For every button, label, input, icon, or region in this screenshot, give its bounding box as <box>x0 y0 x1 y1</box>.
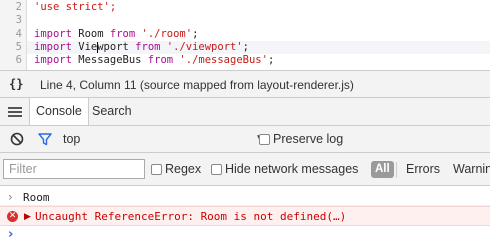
console-error-message[interactable]: ✕ ▶ Uncaught ReferenceError: Room is not… <box>0 206 490 226</box>
hide-network-label[interactable]: Hide network messages <box>225 162 358 176</box>
code-editor[interactable]: 2 'use strict'; 3 4 import Room from './room… <box>0 0 490 70</box>
filter-bar: Regex Hide network messages All Errors W… <box>0 153 490 186</box>
drawer-tabs: Console Search <box>0 98 490 126</box>
regex-checkbox[interactable] <box>151 164 162 175</box>
line-number: 5 <box>15 41 22 53</box>
tab-search[interactable]: Search <box>86 98 138 125</box>
error-icon: ✕ <box>7 211 18 222</box>
level-warnings-button[interactable]: Warnings <box>453 162 490 176</box>
line-number: 6 <box>15 54 22 66</box>
regex-label[interactable]: Regex <box>165 162 201 176</box>
editor-status-bar: {} Line 4, Column 11 (source mapped from… <box>0 70 490 98</box>
code-line[interactable]: 5 import Viewport from './viewport'; <box>0 41 490 54</box>
console-toolbar: top ▼ Preserve log <box>0 126 490 153</box>
clear-console-icon[interactable] <box>10 132 24 146</box>
level-all-button[interactable]: All <box>371 161 394 178</box>
error-message-text: Uncaught ReferenceError: Room is not def… <box>35 210 347 223</box>
filter-input[interactable] <box>3 159 145 179</box>
context-selector[interactable]: top <box>63 132 80 146</box>
tab-console[interactable]: Console <box>29 98 89 125</box>
code-text: import Viewport from './viewport'; <box>34 41 249 53</box>
code-line[interactable]: 2 'use strict'; <box>0 1 490 14</box>
code-line[interactable]: 4 import Room from './room'; <box>0 28 490 41</box>
cursor-position-text: Line 4, Column 11 (source mapped from la… <box>40 78 354 92</box>
hide-network-checkbox[interactable] <box>211 164 222 175</box>
code-line[interactable]: 3 <box>0 14 490 27</box>
drawer-menu-icon[interactable] <box>8 106 22 118</box>
filter-icon[interactable] <box>38 132 52 146</box>
preserve-log-checkbox[interactable] <box>259 134 270 145</box>
preserve-log-label[interactable]: Preserve log <box>273 132 343 146</box>
console-log-message: › Room <box>0 189 490 206</box>
level-errors-button[interactable]: Errors <box>406 162 440 176</box>
log-message-text: Room <box>23 191 50 204</box>
code-text: 'use strict'; <box>34 1 117 13</box>
divider <box>396 162 397 178</box>
code-line[interactable]: 6 import MessageBus from './messageBus'; <box>0 54 490 67</box>
prompt-chevron-icon: › <box>8 227 14 242</box>
code-text: import Room from './room'; <box>34 28 199 40</box>
expand-triangle-icon[interactable]: ▶ <box>24 211 31 222</box>
code-text: import MessageBus from './messageBus'; <box>34 54 275 66</box>
line-number: 2 <box>15 1 22 13</box>
output-chevron-icon: › <box>8 190 13 204</box>
line-number: 3 <box>15 14 22 26</box>
line-number: 4 <box>15 28 22 40</box>
console-prompt[interactable]: › <box>0 226 490 246</box>
pretty-print-icon[interactable]: {} <box>9 77 23 91</box>
